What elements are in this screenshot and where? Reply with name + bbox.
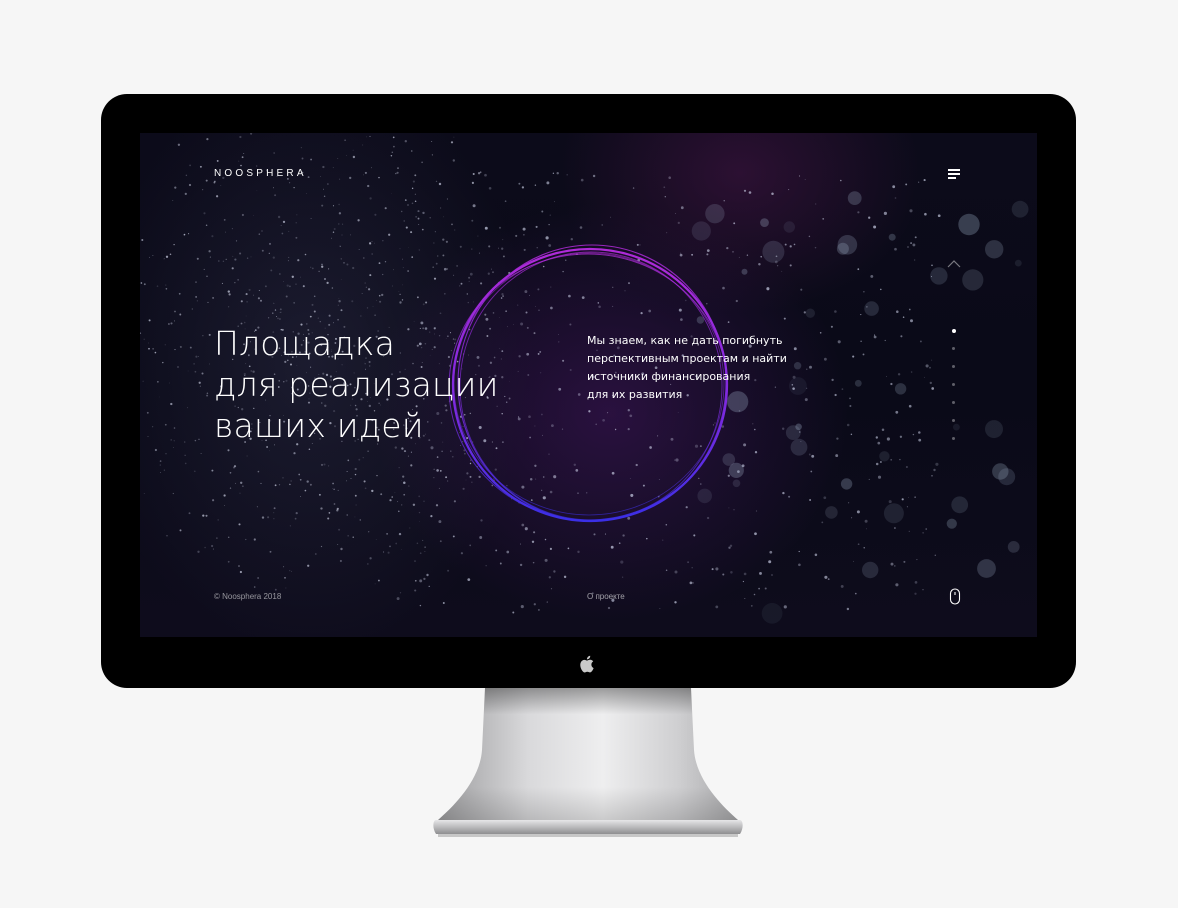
description-line: источники финансирования (587, 370, 751, 383)
description-line: перспективным проектам и найти (587, 352, 787, 365)
pagination-dot[interactable] (952, 437, 955, 440)
copyright-text: © Noosphera 2018 (214, 592, 282, 601)
description-line: для их развития (587, 388, 683, 401)
slide-pagination (951, 329, 956, 441)
headline-line: Площадка (214, 324, 396, 363)
apple-logo-icon (580, 655, 594, 673)
about-project-link[interactable]: О проекте (587, 592, 625, 601)
pagination-dot[interactable] (952, 365, 955, 368)
pagination-dot[interactable] (952, 419, 955, 422)
hamburger-menu-icon[interactable] (948, 169, 962, 179)
description-line: Мы знаем, как не дать погибнуть (587, 334, 783, 347)
pagination-dot[interactable] (952, 401, 955, 404)
pagination-dot[interactable] (952, 347, 955, 350)
website-screen: NOOSPHERA Площадка для реализации ваших … (140, 133, 1037, 637)
pagination-dot-active[interactable] (951, 329, 956, 333)
pagination-dot[interactable] (952, 383, 955, 386)
hero-headline: Площадка для реализации ваших идей (214, 323, 534, 446)
mouse-scroll-icon[interactable] (949, 588, 961, 606)
headline-line: для реализации (214, 365, 499, 404)
hero-description: Мы знаем, как не дать погибнуть перспект… (587, 332, 817, 404)
site-logo[interactable]: NOOSPHERA (214, 168, 307, 179)
monitor-mockup: NOOSPHERA Площадка для реализации ваших … (0, 0, 1178, 908)
chevron-up-icon[interactable] (946, 259, 962, 269)
headline-line: ваших идей (214, 406, 424, 445)
monitor-stand (433, 688, 743, 837)
